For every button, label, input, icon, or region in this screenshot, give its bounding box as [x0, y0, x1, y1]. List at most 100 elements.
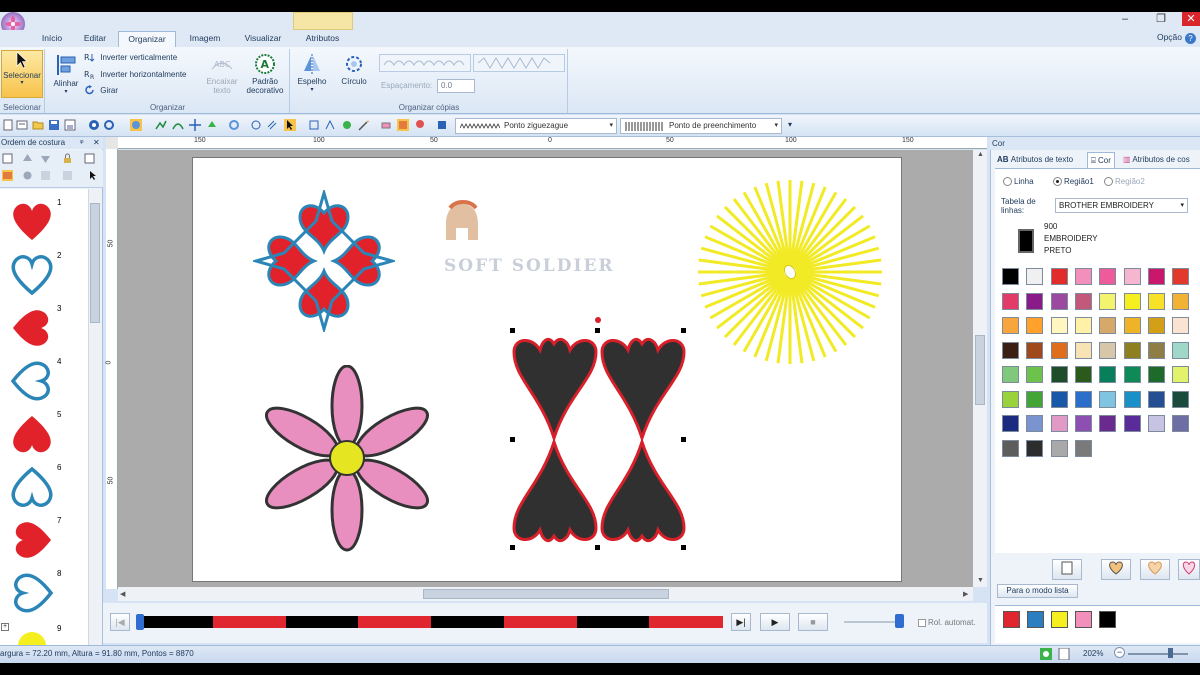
- rotation-handle[interactable]: [595, 317, 601, 323]
- palette-swatch[interactable]: [1002, 415, 1019, 432]
- zoom-slider-thumb[interactable]: [1168, 648, 1173, 658]
- go-to-start-button[interactable]: |◀: [110, 613, 130, 631]
- palette-swatch[interactable]: [1147, 317, 1165, 334]
- color-fill-button[interactable]: [1140, 559, 1170, 580]
- palette-swatch[interactable]: [1026, 292, 1044, 310]
- toolbar-overflow-icon[interactable]: ▾: [788, 120, 792, 129]
- character-icon[interactable]: [414, 119, 426, 131]
- close-icon[interactable]: ✕: [1182, 12, 1200, 26]
- menu-icon[interactable]: [16, 119, 28, 131]
- auto-scroll-checkbox[interactable]: Rol. automat.: [918, 618, 976, 627]
- tab-text-attributes[interactable]: AB Atributos de texto: [994, 152, 1076, 168]
- flip-horizontal-button[interactable]: RR Inverter horizontalmente: [84, 69, 187, 81]
- move-down-icon[interactable]: [40, 153, 51, 164]
- palette-swatch[interactable]: [1123, 292, 1141, 310]
- palette-swatch[interactable]: [1002, 439, 1019, 457]
- sunburst-design[interactable]: [695, 175, 885, 370]
- list-item[interactable]: [5, 408, 60, 458]
- selection-handle[interactable]: [681, 328, 686, 333]
- page-view-icon[interactable]: [1058, 648, 1070, 660]
- selection-handle[interactable]: [595, 545, 600, 550]
- selection-handle[interactable]: [681, 545, 686, 550]
- thread-table-select[interactable]: BROTHER EMBROIDERY ▾: [1055, 198, 1188, 213]
- palette-swatch[interactable]: [1147, 268, 1165, 285]
- radio-button[interactable]: [1053, 177, 1062, 187]
- palette-swatch[interactable]: [1074, 366, 1092, 383]
- circle-outline-icon[interactable]: [250, 119, 262, 131]
- fit-text-button[interactable]: ABC Encaixar texto: [203, 53, 241, 95]
- spade-design[interactable]: [510, 330, 688, 550]
- tab-inicio[interactable]: Início: [36, 31, 68, 47]
- radio-region2[interactable]: Região2: [1104, 177, 1145, 187]
- selection-handle[interactable]: [510, 328, 515, 333]
- zoom-slider[interactable]: [1128, 653, 1188, 655]
- curve-tool-icon[interactable]: [172, 119, 184, 131]
- palette-swatch[interactable]: [1026, 366, 1044, 383]
- palette-swatch[interactable]: [1026, 439, 1044, 457]
- scroll-left-icon[interactable]: ◀: [120, 590, 125, 598]
- palette-swatch[interactable]: [1002, 341, 1019, 359]
- brush-tool-icon[interactable]: [397, 119, 409, 131]
- realistic-view-icon[interactable]: [1040, 648, 1052, 660]
- rotate-button[interactable]: Girar: [84, 85, 118, 97]
- shape-tool-icon[interactable]: [130, 119, 142, 131]
- list-item[interactable]: [5, 249, 60, 299]
- palette-swatch[interactable]: [1099, 366, 1117, 383]
- palette-swatch[interactable]: [1099, 390, 1117, 408]
- palette-swatch[interactable]: [1123, 366, 1141, 383]
- split-icon[interactable]: [62, 170, 73, 181]
- palette-swatch[interactable]: [1172, 292, 1190, 310]
- link-icon[interactable]: [266, 119, 278, 131]
- palette-swatch[interactable]: [1026, 415, 1044, 432]
- lock-icon[interactable]: [62, 153, 73, 164]
- checkbox-box[interactable]: [918, 618, 926, 627]
- list-item[interactable]: [5, 196, 60, 246]
- palette-swatch[interactable]: [1123, 317, 1141, 334]
- mirror-button[interactable]: Espelho ▾: [294, 53, 330, 95]
- palette-swatch[interactable]: [1099, 415, 1117, 432]
- view-icon[interactable]: [84, 153, 95, 164]
- select-tool-icon[interactable]: [284, 119, 296, 131]
- expand-icon[interactable]: +: [1, 623, 9, 631]
- stitch-edit-icon[interactable]: [324, 119, 336, 131]
- scroll-up-icon[interactable]: ▲: [977, 151, 984, 158]
- point-edit-icon[interactable]: [308, 119, 320, 131]
- canvas-vertical-scroll-thumb[interactable]: [975, 335, 985, 405]
- tab-imagem[interactable]: Imagem: [185, 31, 225, 47]
- selection-handle[interactable]: [510, 437, 515, 442]
- palette-swatch[interactable]: [1002, 317, 1019, 334]
- palette-swatch[interactable]: [1050, 268, 1068, 285]
- open-folder-icon[interactable]: [32, 119, 44, 131]
- decorative-pattern-button[interactable]: A Padrão decorativo: [242, 53, 288, 95]
- palette-swatch[interactable]: [1050, 341, 1068, 359]
- color-random-button[interactable]: [1178, 559, 1200, 580]
- palette-swatch[interactable]: [1026, 390, 1044, 408]
- copy-pattern-preview-1[interactable]: [379, 54, 471, 72]
- palette-swatch[interactable]: [1074, 415, 1092, 432]
- palette-swatch[interactable]: [1074, 341, 1092, 359]
- list-mode-button[interactable]: Para o modo lista: [997, 584, 1078, 598]
- heart-medallion-design[interactable]: [253, 190, 395, 332]
- thread-chart-button[interactable]: [1052, 559, 1082, 580]
- sewing-order-list[interactable]: [0, 189, 88, 645]
- used-color-swatch[interactable]: [1051, 611, 1068, 628]
- used-color-swatch[interactable]: [1003, 611, 1020, 628]
- options-menu[interactable]: Opção: [1157, 32, 1182, 42]
- list-view-icon[interactable]: [2, 170, 13, 181]
- palette-swatch[interactable]: [1074, 292, 1092, 310]
- palette-swatch[interactable]: [1002, 390, 1019, 408]
- palette-swatch[interactable]: [1050, 390, 1068, 408]
- fill-tool-icon[interactable]: [206, 119, 218, 131]
- radio-region1[interactable]: Região1: [1053, 177, 1094, 187]
- palette-swatch[interactable]: [1172, 341, 1190, 359]
- tab-atributos[interactable]: Atributos: [300, 31, 345, 47]
- help-icon[interactable]: ?: [1185, 33, 1196, 44]
- align-button[interactable]: Alinhar ▾: [50, 53, 82, 97]
- maximize-icon[interactable]: ❐: [1146, 12, 1176, 26]
- minimize-icon[interactable]: –: [1110, 12, 1140, 26]
- stop-button[interactable]: ■: [798, 613, 828, 631]
- list-item[interactable]: [5, 514, 60, 564]
- palette-swatch[interactable]: [1099, 268, 1117, 285]
- save-icon[interactable]: [48, 119, 60, 131]
- sort-color-icon[interactable]: [22, 170, 33, 181]
